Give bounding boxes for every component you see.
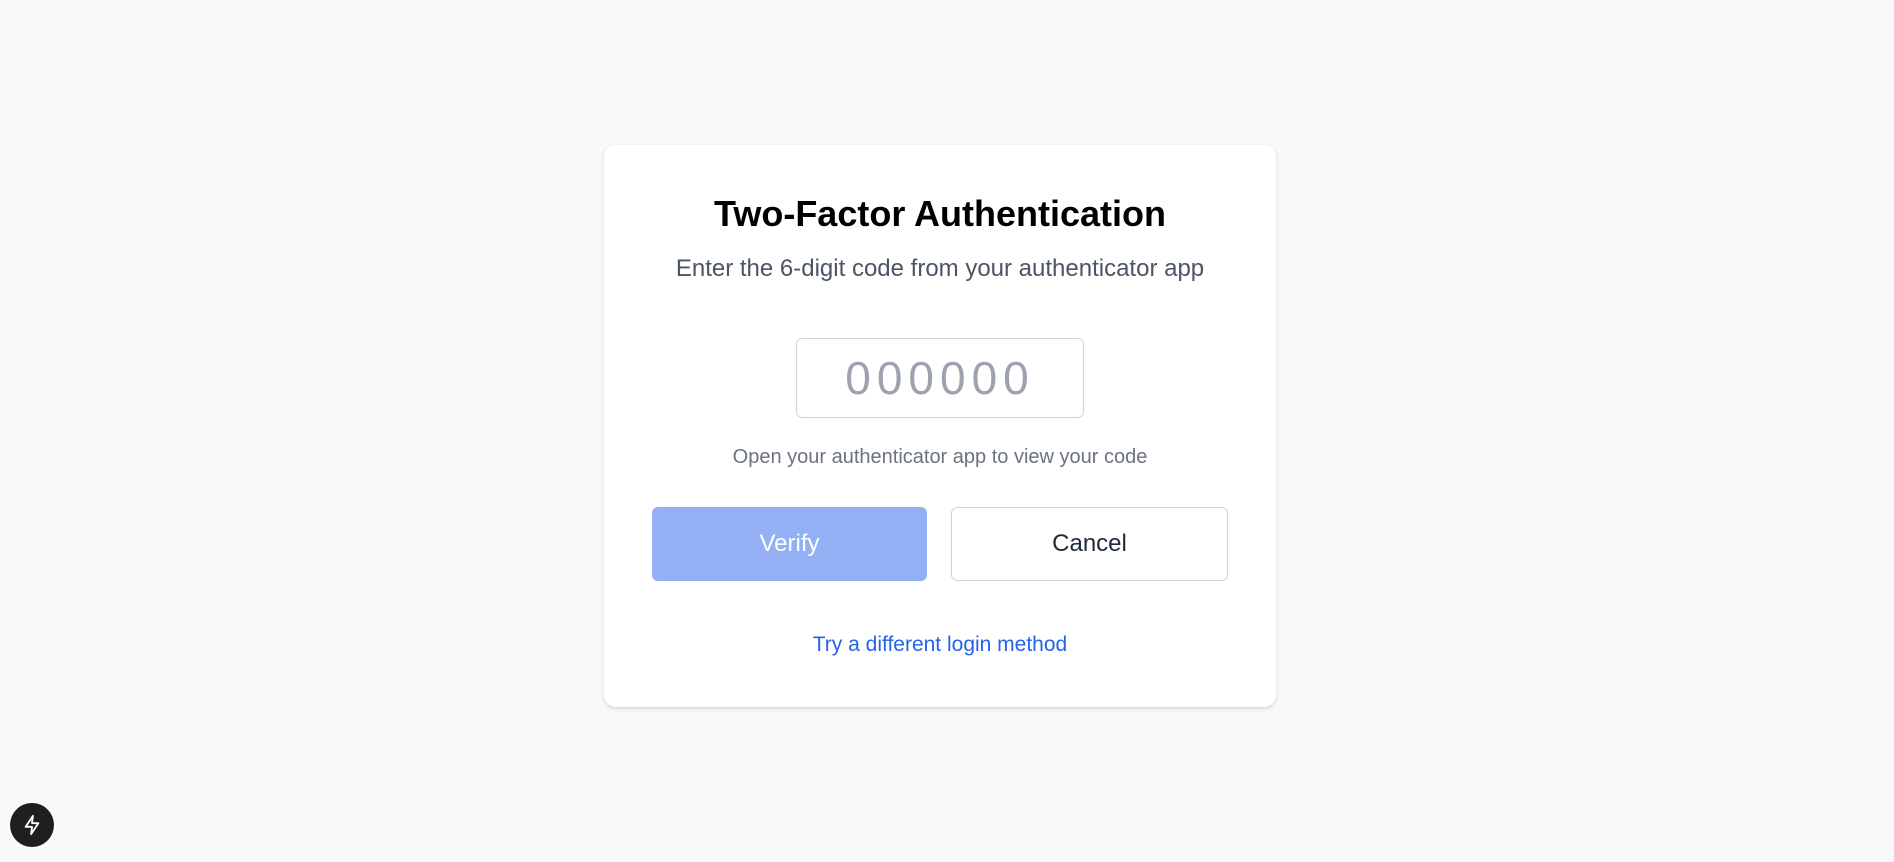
verify-button[interactable]: Verify (652, 507, 927, 581)
dev-tools-button[interactable] (10, 803, 54, 847)
lightning-icon (24, 814, 40, 836)
instructions-text: Enter the 6-digit code from your authent… (675, 255, 1205, 282)
code-input[interactable] (796, 338, 1084, 418)
cancel-button[interactable]: Cancel (951, 507, 1228, 581)
page-title: Two-Factor Authentication (714, 193, 1166, 234)
alternate-login-link[interactable]: Try a different login method (604, 632, 1276, 657)
page: Two-Factor Authentication Enter the 6-di… (0, 0, 1894, 862)
hint-text: Open your authenticator app to view your… (732, 446, 1148, 468)
two-factor-card: Two-Factor Authentication Enter the 6-di… (604, 145, 1276, 707)
